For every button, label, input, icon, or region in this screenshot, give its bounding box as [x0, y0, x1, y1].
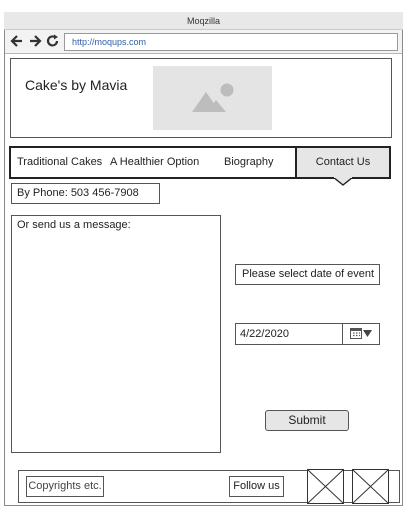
submit-button[interactable]: Submit	[265, 410, 349, 431]
chevron-down-icon	[363, 330, 372, 337]
follow-us-label: Follow us	[229, 476, 284, 497]
menu-item-traditional-cakes[interactable]: Traditional Cakes	[17, 154, 102, 170]
menu-item-biography[interactable]: Biography	[224, 154, 274, 170]
back-arrow-icon[interactable]	[10, 33, 24, 49]
window-title: Moqzilla	[4, 12, 403, 30]
date-value[interactable]: 4/22/2020	[240, 327, 289, 341]
image-placeholder-icon	[192, 83, 234, 112]
url-bar[interactable]: http://moqups.com	[64, 33, 398, 51]
copyright-label: Copyrights etc.	[26, 476, 104, 497]
message-textarea[interactable]: Or send us a message:	[11, 215, 221, 453]
menu-item-contact-us[interactable]: Contact Us	[295, 146, 391, 179]
forward-arrow-icon[interactable]	[28, 33, 42, 49]
menu-item-healthier-option[interactable]: A Healthier Option	[110, 154, 199, 170]
calendar-dropdown-button[interactable]	[342, 323, 380, 345]
phone-label: By Phone: 503 456-7908	[11, 183, 160, 204]
active-tab-pointer	[333, 177, 353, 186]
logo-image	[153, 66, 272, 130]
reload-icon[interactable]	[46, 33, 60, 49]
date-label: Please select date of event	[235, 264, 380, 285]
image-placeholder-icon[interactable]	[307, 469, 344, 504]
image-placeholder-icon[interactable]	[352, 469, 389, 504]
calendar-icon	[350, 328, 362, 339]
brand-name: Cake's by Mavia	[25, 77, 128, 93]
